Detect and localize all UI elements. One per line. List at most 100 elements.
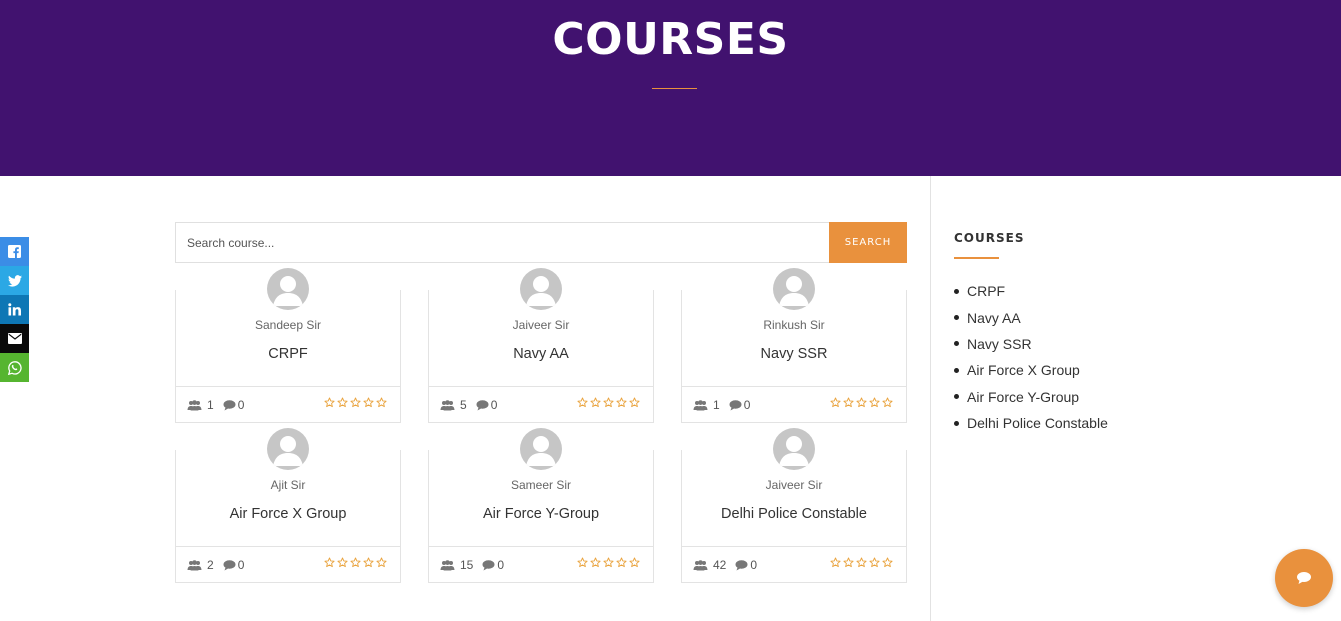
rating-stars: [324, 397, 387, 408]
bullet: [954, 394, 959, 400]
comments-count: 0: [490, 398, 498, 412]
course-search-form: SEARCH: [175, 222, 907, 263]
course-title[interactable]: CRPF: [176, 346, 400, 362]
instructor-avatar[interactable]: [773, 428, 815, 470]
instructor-avatar[interactable]: [267, 268, 309, 310]
comment-icon: [729, 399, 742, 410]
course-title[interactable]: Air Force X Group: [176, 506, 400, 522]
sidebar-title: COURSES: [954, 231, 1025, 245]
star-icon: [830, 557, 841, 568]
user-icon: [273, 276, 303, 306]
instructor-name[interactable]: Jaiveer Sir: [682, 478, 906, 492]
search-button[interactable]: SEARCH: [829, 222, 907, 263]
facebook-share-button[interactable]: [0, 237, 29, 266]
user-icon: [526, 276, 556, 306]
star-icon: [830, 397, 841, 408]
comment-icon: [735, 559, 748, 570]
course-card-footer: 15 0: [429, 546, 653, 583]
star-icon: [616, 557, 627, 568]
comments-count: 0: [750, 558, 758, 572]
star-icon: [882, 557, 893, 568]
instructor-avatar[interactable]: [520, 428, 562, 470]
star-icon: [869, 557, 880, 568]
comments-count: 0: [237, 398, 245, 412]
comments-count: 0: [497, 558, 505, 572]
sidebar-course-link[interactable]: Navy SSR: [954, 331, 1108, 357]
twitter-icon: [7, 274, 22, 287]
user-icon: [779, 276, 809, 306]
rating-stars: [577, 557, 640, 568]
course-card-footer: 42 0: [682, 546, 906, 583]
course-card[interactable]: Sandeep Sir CRPF 1 0: [175, 268, 401, 423]
bullet: [954, 288, 959, 294]
sidebar-course-link[interactable]: CRPF: [954, 278, 1108, 304]
rating-stars: [577, 397, 640, 408]
star-icon: [869, 397, 880, 408]
course-card[interactable]: Rinkush Sir Navy SSR 1 0: [681, 268, 907, 423]
instructor-name[interactable]: Sandeep Sir: [176, 318, 400, 332]
course-card[interactable]: Jaiveer Sir Delhi Police Constable 42 0: [681, 428, 907, 583]
star-icon: [350, 397, 361, 408]
instructor-avatar[interactable]: [520, 268, 562, 310]
chat-button[interactable]: [1275, 549, 1333, 607]
students-icon: [693, 559, 708, 570]
sidebar-course-link[interactable]: Air Force X Group: [954, 357, 1108, 383]
sidebar-course-link[interactable]: Navy AA: [954, 304, 1108, 330]
star-icon: [363, 397, 374, 408]
instructor-name[interactable]: Sameer Sir: [429, 478, 653, 492]
search-input[interactable]: [175, 222, 829, 263]
instructor-avatar[interactable]: [267, 428, 309, 470]
bullet: [954, 315, 959, 321]
students-icon: [440, 399, 455, 410]
star-icon: [856, 397, 867, 408]
star-icon: [856, 557, 867, 568]
course-title[interactable]: Navy AA: [429, 346, 653, 362]
bullet: [954, 367, 959, 373]
star-icon: [376, 557, 387, 568]
course-card-footer: 50: [429, 386, 653, 423]
star-icon: [629, 397, 640, 408]
twitter-share-button[interactable]: [0, 266, 29, 295]
instructor-name[interactable]: Jaiveer Sir: [429, 318, 653, 332]
course-card[interactable]: Sameer Sir Air Force Y-Group 15 0: [428, 428, 654, 583]
comment-icon: [476, 399, 489, 410]
linkedin-share-button[interactable]: [0, 295, 29, 324]
bullet: [954, 341, 959, 347]
whatsapp-share-button[interactable]: [0, 353, 29, 382]
email-share-button[interactable]: [0, 324, 29, 353]
sidebar-course-link[interactable]: Air Force Y-Group: [954, 384, 1108, 410]
star-icon: [603, 557, 614, 568]
comments-count: 0: [743, 398, 751, 412]
comment-icon: [223, 559, 236, 570]
star-icon: [616, 397, 627, 408]
course-title[interactable]: Delhi Police Constable: [682, 506, 906, 522]
course-title[interactable]: Air Force Y-Group: [429, 506, 653, 522]
students-icon: [187, 399, 202, 410]
students-count: 2: [207, 558, 214, 572]
rating-stars: [830, 557, 893, 568]
course-card[interactable]: Ajit Sir Air Force X Group 2 0: [175, 428, 401, 583]
course-card[interactable]: Jaiveer Sir Navy AA 5 0: [428, 268, 654, 423]
social-share-bar: [0, 237, 29, 382]
instructor-name[interactable]: Ajit Sir: [176, 478, 400, 492]
title-underline: [652, 88, 697, 89]
sidebar-course-link[interactable]: Delhi Police Constable: [954, 410, 1108, 436]
sidebar-divider: [930, 176, 931, 621]
sidebar-course-label: Navy SSR: [967, 335, 1032, 352]
email-icon: [7, 333, 22, 344]
star-icon: [324, 557, 335, 568]
star-icon: [882, 397, 893, 408]
rating-stars: [324, 557, 387, 568]
rating-stars: [830, 397, 893, 408]
comments-count: 0: [237, 558, 245, 572]
instructor-avatar[interactable]: [773, 268, 815, 310]
course-meta: 50: [440, 398, 497, 412]
sidebar-course-list: CRPF Navy AA Navy SSR Air Force X Group Air …: [954, 278, 1108, 436]
comment-icon: [223, 399, 236, 410]
instructor-name[interactable]: Rinkush Sir: [682, 318, 906, 332]
students-icon: [440, 559, 455, 570]
star-icon: [590, 397, 601, 408]
course-meta: 20: [187, 558, 244, 572]
course-meta: 10: [187, 398, 244, 412]
course-title[interactable]: Navy SSR: [682, 346, 906, 362]
